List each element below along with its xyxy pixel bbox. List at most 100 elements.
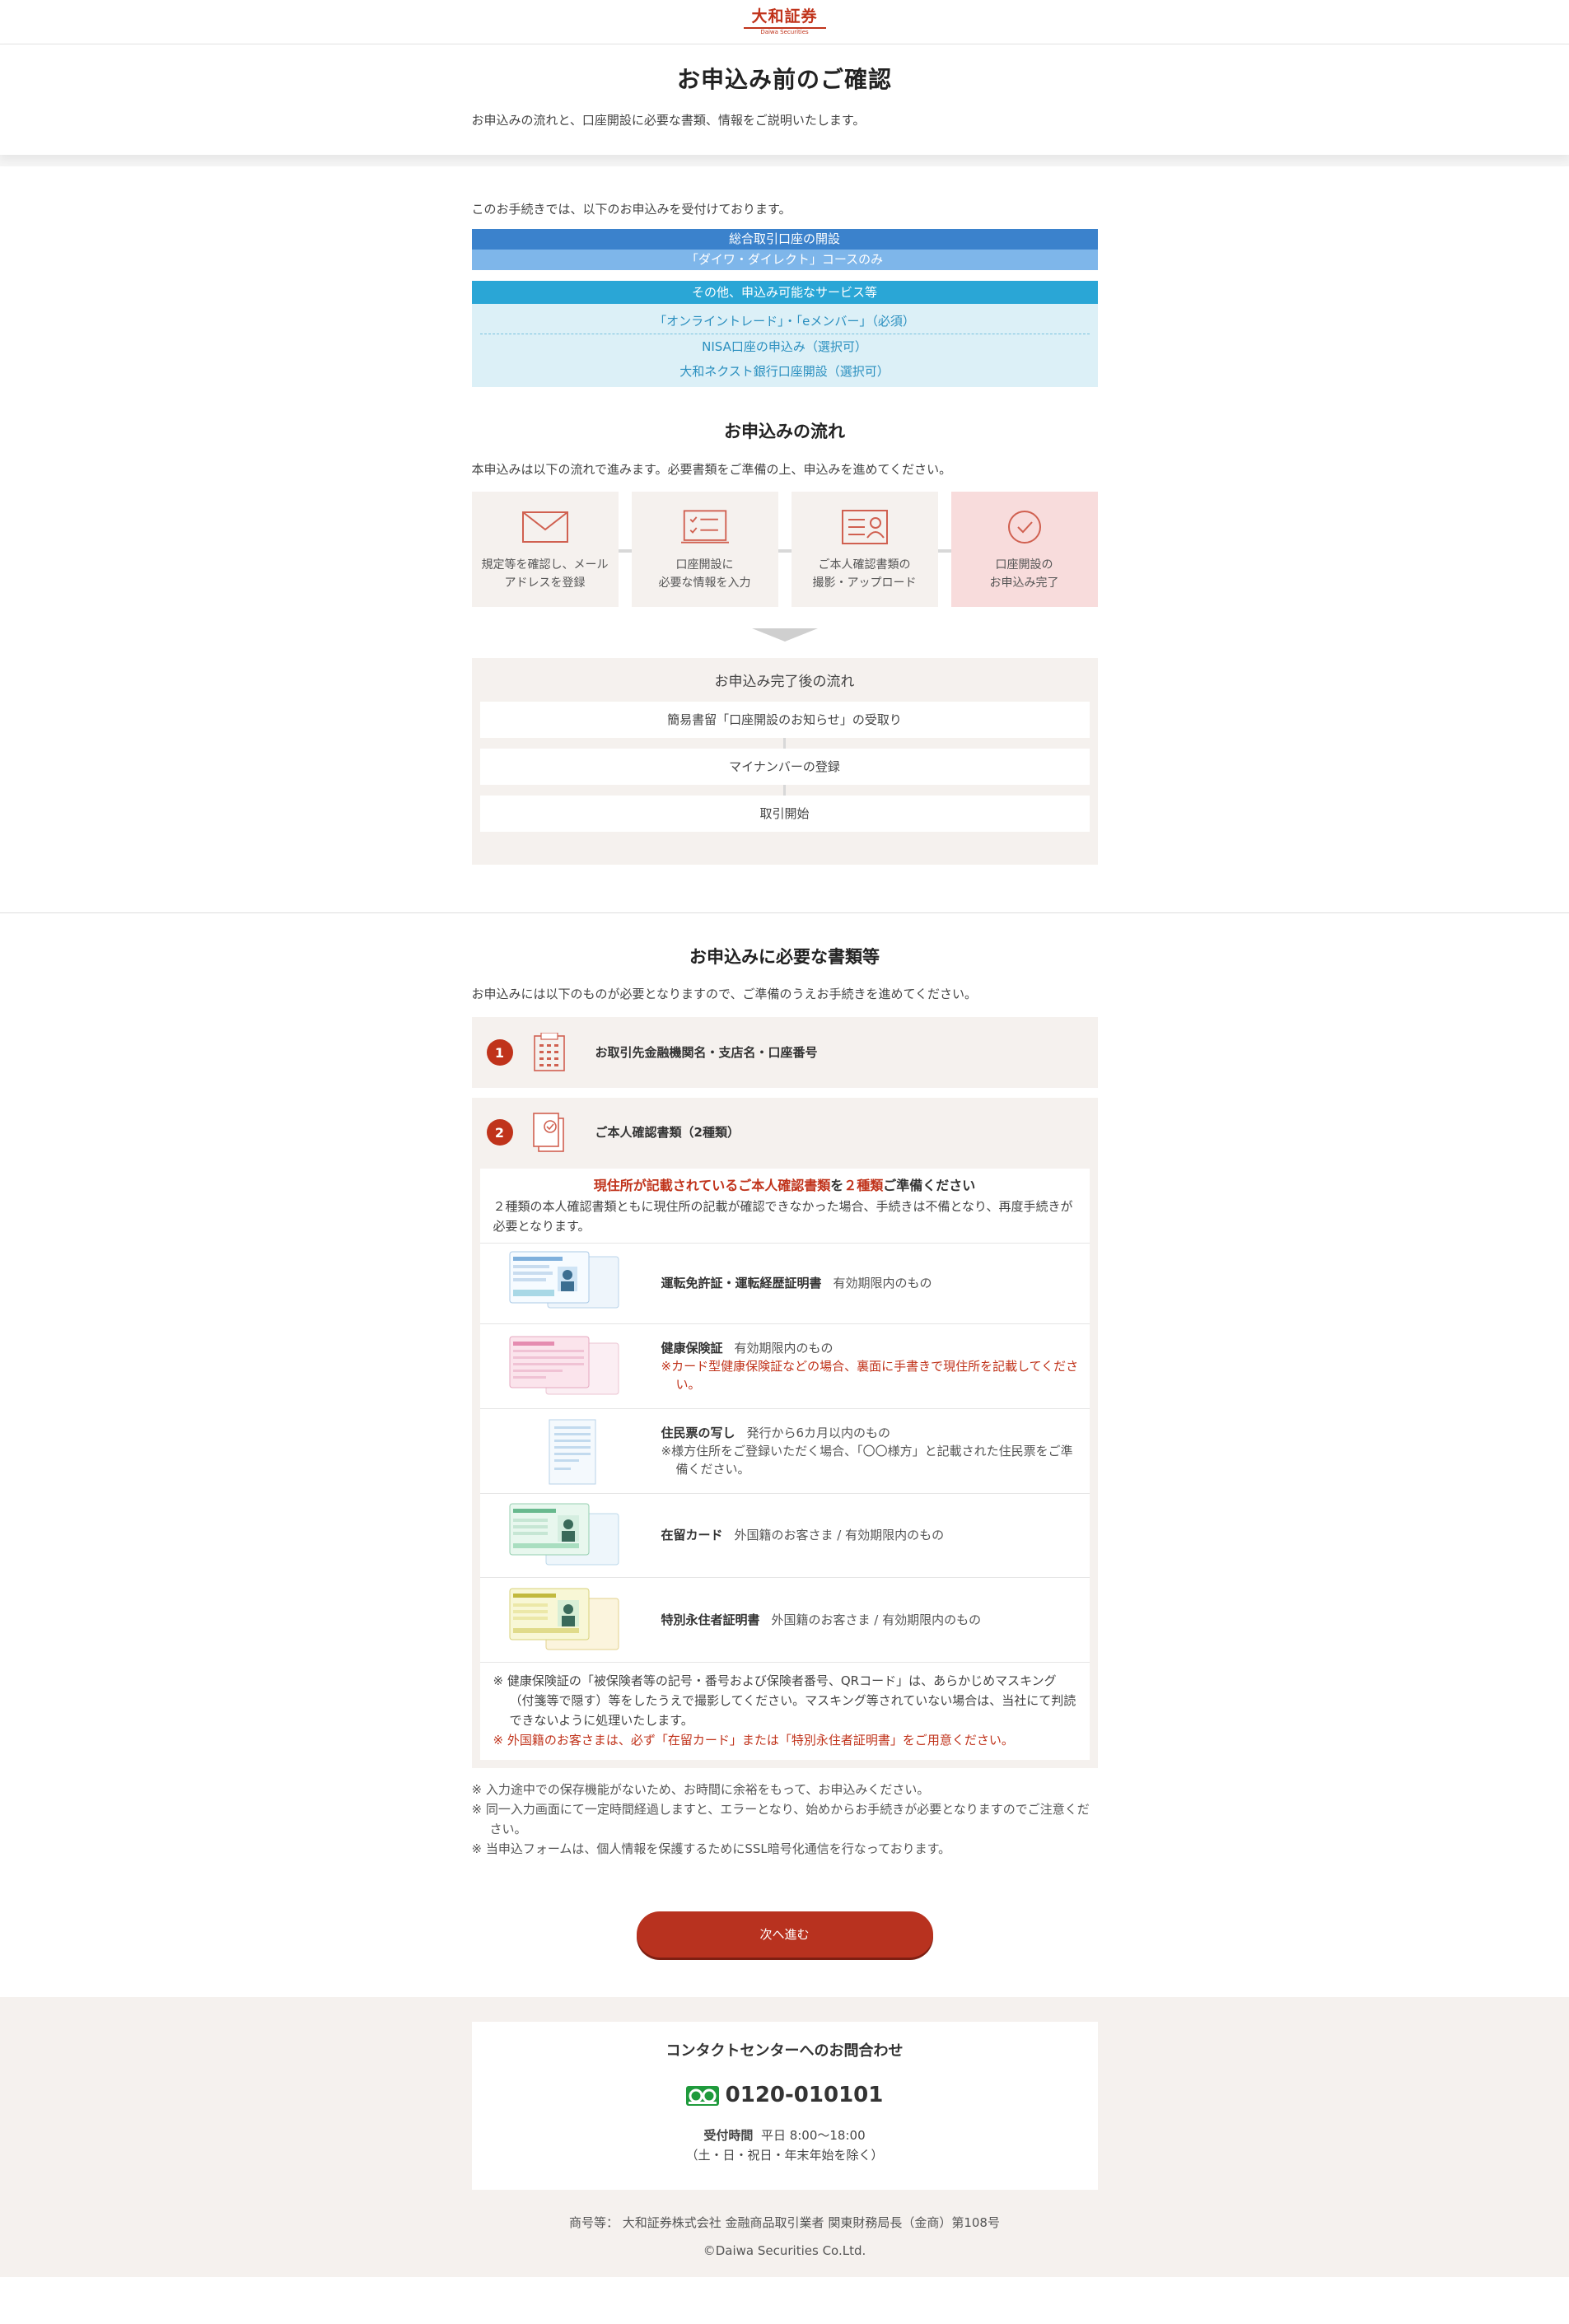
- step-label: ご本人確認書類の 撮影・アップロード: [812, 558, 917, 590]
- doc-residence-card: 在留カード 外国籍のお客さま / 有効期限内のもの: [479, 1492, 1090, 1577]
- doc-name: 在留カード: [661, 1528, 723, 1543]
- daiwa-logo[interactable]: 大和証券 Daiwa Securities: [743, 7, 826, 35]
- id-documents-list: 現住所が記載されているご本人確認書類を２種類ご準備ください ２種類の本人確認書類…: [479, 1169, 1090, 1760]
- mail-icon: [521, 508, 569, 546]
- step-label: 口座開設の お申込み完了: [989, 558, 1059, 590]
- documents-title: お申込みに必要な書類等: [689, 946, 880, 967]
- service-item: 大和ネクスト銀行口座開設（選択可）: [679, 364, 890, 379]
- doc-sub-note: ※様方住所をご登録いただく場合、「〇〇様方」と記載された住民票をご準備ください。: [661, 1443, 1073, 1477]
- document-check-icon: [531, 1112, 567, 1153]
- company-info: 商号等： 大和証券株式会社 金融商品取引業者 関東財務局長（金商）第108号: [569, 2214, 1000, 2230]
- after-step: 簡易書留「口座開設のお知らせ」の受取り: [479, 701, 1090, 738]
- check-circle-icon: [1001, 508, 1048, 546]
- doc-name: 特別永住者証明書: [661, 1612, 760, 1627]
- contact-box: コンタクトセンターへのお問合わせ 0120-010101 受付時間 平日 8:0…: [471, 2021, 1098, 2190]
- heading-text: を: [830, 1178, 844, 1194]
- doc-residence-certificate: 住民票の写し 発行から6カ月以内のもの ※様方住所をご登録いただく場合、「〇〇様方…: [479, 1407, 1090, 1493]
- main-service-box: 総合取引口座の開設 「ダイワ・ダイレクト」コースのみ: [471, 229, 1098, 270]
- copyright: ©Daiwa Securities Co.Ltd.: [703, 2242, 866, 2258]
- doc-drivers-license: 運転免許証・運転経歴証明書 有効期限内のもの: [479, 1242, 1090, 1323]
- service-item: 「オンライントレード」・「eメンバー」（必須）: [479, 309, 1090, 334]
- after-flow-title: お申込み完了後の流れ: [714, 673, 855, 690]
- doc-condition: 有効期限内のもの: [833, 1276, 932, 1291]
- business-hours: 受付時間 平日 8:00～18:00 （土・日・祝日・年末年始を除く）: [472, 2126, 1098, 2165]
- main-service-title: 総合取引口座の開設: [471, 229, 1098, 250]
- page-title: お申込み前のご確認: [676, 66, 892, 93]
- residence-certificate-image: [507, 1416, 622, 1486]
- doc-name: 住民票の写し: [661, 1425, 735, 1440]
- health-insurance-image: [507, 1332, 622, 1401]
- bank-book-icon: [531, 1032, 567, 1073]
- form-checklist-icon: [680, 508, 729, 546]
- doc-name: 健康保険証: [661, 1340, 723, 1356]
- requirement-label: ご本人確認書類（2種類）: [595, 1125, 740, 1141]
- other-service-title: その他、申込み可能なサービス等: [471, 281, 1098, 304]
- doc-condition: 外国籍のお客さま / 有効期限内のもの: [771, 1612, 982, 1627]
- overview-section: このお手続きでは、以下のお申込みを受付けております。 総合取引口座の開設 「ダイ…: [0, 166, 1569, 913]
- doc-condition: 発行から6カ月以内のもの: [746, 1425, 891, 1440]
- step-label: 規定等を確認し、メールアドレスを登録: [481, 558, 609, 590]
- heading-text: ご準備ください: [883, 1178, 976, 1194]
- flow-title: お申込みの流れ: [724, 422, 845, 441]
- requirement-label: お取引先金融機関名・支店名・口座番号: [595, 1045, 818, 1061]
- after-flow-box: お申込み完了後の流れ 簡易書留「口座開設のお知らせ」の受取り マイナンバーの登録…: [471, 657, 1098, 865]
- hours-value: 平日 8:00～18:00: [760, 2128, 866, 2144]
- id-documents-heading: 現住所が記載されているご本人確認書類を２種類ご準備ください: [480, 1169, 1090, 1197]
- main-service-sub: 「ダイワ・ダイレクト」コースのみ: [471, 250, 1098, 270]
- contact-title: コンタクトセンターへのお問合わせ: [665, 2042, 904, 2060]
- hours-label: 受付時間: [703, 2128, 754, 2144]
- after-connector: [783, 737, 786, 749]
- number-badge: 2: [486, 1119, 513, 1146]
- step-complete: 口座開設の お申込み完了: [950, 491, 1098, 607]
- phone-number[interactable]: 0120-010101: [472, 2079, 1098, 2113]
- step-upload-id: ご本人確認書類の 撮影・アップロード: [791, 491, 938, 607]
- footer: コンタクトセンターへのお問合わせ 0120-010101 受付時間 平日 8:0…: [0, 1996, 1569, 2277]
- heading-red-text: ２種類: [843, 1178, 884, 1194]
- drivers-license-image: [507, 1248, 622, 1318]
- footnote-red-text: ※ 外国籍のお客さまは、必ず「在留カード」または「特別永住者証明書」をご用意くだ…: [493, 1732, 1014, 1748]
- service-item: NISA口座の申込み（選択可）: [702, 339, 867, 354]
- requirement-id-documents: 2 ご本人確認書類（2種類） 現住所が記載されているご本人確認書類を２種類ご準備…: [471, 1098, 1098, 1768]
- doc-health-insurance: 健康保険証 有効期限内のもの ※カード型健康保険証などの場合、裏面に手書きで現住所…: [479, 1323, 1090, 1408]
- doc-condition: 外国籍のお客さま / 有効期限内のもの: [734, 1528, 945, 1543]
- residence-card-image: [507, 1500, 622, 1570]
- doc-name: 運転免許証・運転経歴証明書: [661, 1276, 822, 1291]
- special-resident-card-image: [507, 1585, 622, 1654]
- step-register-email: 規定等を確認し、メールアドレスを登録: [471, 491, 619, 607]
- flow-steps: 規定等を確認し、メールアドレスを登録 口座開設に 必要な情報を入力 ご本人確認書…: [471, 491, 1098, 607]
- logo-subtext: Daiwa Securities: [743, 26, 826, 35]
- doc-condition: 有効期限内のもの: [734, 1340, 834, 1356]
- after-connector: [783, 784, 786, 796]
- down-arrow-icon: [751, 628, 818, 642]
- heading-red-text: 現住所が記載されているご本人確認書類: [593, 1178, 831, 1194]
- caution-item: ※ 当申込フォームは、個人情報を保護するためにSSL暗号化通信を行なっております…: [471, 1841, 951, 1856]
- page-header: お申込み前のご確認 お申込みの流れと、口座開設に必要な書類、情報をご説明いたしま…: [0, 44, 1569, 155]
- id-card-icon: [841, 508, 889, 546]
- step-label: 口座開設に 必要な情報を入力: [658, 558, 751, 590]
- documents-section: お申込みに必要な書類等 お申込みには以下のものが必要となりますので、ご準備のうえ…: [0, 913, 1569, 1958]
- next-button[interactable]: 次へ進む: [636, 1911, 933, 1958]
- cautions: ※ 入力途中での保存機能がないため、お時間に余裕をもって、お申込みください。 ※…: [472, 1780, 1098, 1859]
- id-documents-note: ２種類の本人確認書類ともに現住所の記載が確認できなかった場合、手続きは不備となり…: [493, 1198, 1073, 1234]
- flow-desc: 本申込みは以下の流れで進みます。必要書類をご準備の上、申込みを進めてください。: [471, 461, 952, 477]
- documents-desc: お申込みには以下のものが必要となりますので、ご準備のうえお手続きを進めてください…: [471, 987, 978, 1002]
- id-documents-footnote: ※ 健康保険証の「被保険者等の記号・番号および保険者番号、QRコード」は、あらか…: [479, 1661, 1090, 1760]
- doc-special-permanent-resident: 特別永住者証明書 外国籍のお客さま / 有効期限内のもの: [479, 1576, 1090, 1662]
- intro-text: このお手続きでは、以下のお申込みを受付けております。: [471, 202, 792, 217]
- doc-red-note: ※カード型健康保険証などの場合、裏面に手書きで現住所を記載してください。: [661, 1358, 1079, 1392]
- page-subtitle: お申込みの流れと、口座開設に必要な書類、情報をご説明いたします。: [471, 112, 866, 128]
- hours-note: （土・日・祝日・年末年始を除く）: [685, 2148, 884, 2163]
- phone-text: 0120-010101: [725, 2082, 884, 2107]
- number-badge: 1: [486, 1039, 513, 1066]
- logo-text: 大和証券: [751, 7, 818, 26]
- free-dial-icon: [685, 2085, 719, 2106]
- other-service-box: その他、申込み可能なサービス等 「オンライントレード」・「eメンバー」（必須） …: [471, 281, 1098, 387]
- after-step: マイナンバーの登録: [479, 748, 1090, 785]
- step-enter-info: 口座開設に 必要な情報を入力: [631, 491, 778, 607]
- caution-item: ※ 同一入力画面にて一定時間経過しますと、エラーとなり、始めからお手続きが必要と…: [471, 1801, 1090, 1836]
- after-step: 取引開始: [479, 795, 1090, 832]
- requirement-bank-account: 1 お取引先金融機関名・支店名・口座番号: [471, 1017, 1098, 1089]
- divider-band: [0, 155, 1569, 166]
- footnote-text: ※ 健康保険証の「被保険者等の記号・番号および保険者番号、QRコード」は、あらか…: [493, 1673, 1076, 1728]
- logo-bar: 大和証券 Daiwa Securities: [0, 0, 1569, 44]
